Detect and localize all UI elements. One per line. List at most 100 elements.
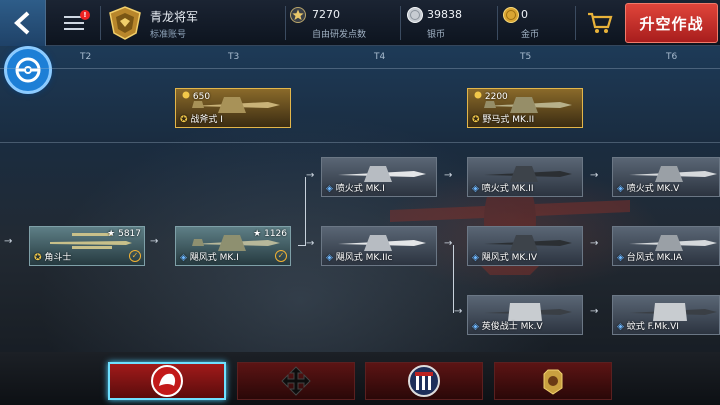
divider — [100, 6, 101, 40]
plane-name: ✪ 野马式 MK.II — [472, 115, 535, 125]
connector-line — [298, 245, 306, 246]
plane-card-spitfire-mk1[interactable]: ◈ 喷火式 MK.I — [321, 157, 437, 197]
tab-nation-china[interactable] — [108, 362, 226, 400]
gold-label: 金币 — [521, 30, 540, 40]
plane-name: ◈ 喷火式 MK.I — [326, 184, 385, 194]
arrow-right-icon: → — [590, 170, 599, 181]
arrow-right-icon: → — [590, 238, 599, 249]
shopping-cart-icon — [588, 12, 613, 33]
plane-card-mustang[interactable]: 2200 ✪ 野马式 MK.II — [467, 88, 583, 128]
arrow-right-icon: → — [454, 306, 463, 317]
plane-card-spitfire-mk5[interactable]: ◈ 喷火式 MK.V — [612, 157, 720, 197]
plane-name: ✪ 战斧式 I — [180, 115, 223, 125]
plane-cost: 2200 — [474, 91, 508, 102]
cross-arrows-emblem-icon — [281, 366, 311, 396]
divider — [0, 142, 720, 143]
tier-header: T2 T3 T4 T5 T6 — [0, 52, 720, 68]
connector-line — [453, 245, 454, 313]
notification-badge: ! — [80, 10, 90, 20]
tab-nation-usa[interactable] — [365, 362, 483, 400]
silver-currency: 39838 银币 — [407, 5, 497, 41]
tier-label: T4 — [374, 52, 386, 62]
plane-card-hurricane-mk1[interactable]: ★ 1126 ◈ 飓风式 MK.I ✓ — [175, 226, 291, 266]
plane-name: ◈ 蚊式 F.Mk.VI — [617, 322, 679, 332]
plane-name: ◈ 飓风式 MK.IV — [472, 253, 537, 263]
arrow-right-icon: → — [444, 238, 453, 249]
shop-button[interactable] — [580, 5, 620, 41]
plane-cost: 650 — [182, 91, 210, 102]
connector-line — [305, 177, 306, 245]
plane-name: ◈ 台风式 MK.IA — [617, 253, 682, 263]
menu-button[interactable]: ! — [52, 6, 96, 40]
plane-card-beaufighter[interactable]: ◈ 英俊战士 Mk.V — [467, 295, 583, 335]
silver-coin-icon — [407, 7, 423, 23]
plane-card-typhoon-mk1a[interactable]: ◈ 台风式 MK.IA — [612, 226, 720, 266]
coin-icon — [182, 91, 190, 99]
tab-nation-germany[interactable] — [237, 362, 355, 400]
gold-currency: 0 金币 — [503, 5, 573, 41]
arrow-right-icon: → — [306, 170, 315, 181]
usa-shield-emblem-icon — [408, 365, 440, 397]
rank-wings-icon: ◈ — [472, 253, 479, 263]
arrow-right-icon: → — [590, 306, 599, 317]
plane-xp: ★ 1126 — [253, 229, 287, 239]
gold-value: 0 — [521, 8, 528, 21]
plane-card-hurricane-mk2c[interactable]: ◈ 飓风式 MK.IIc — [321, 226, 437, 266]
plane-card-mosquito[interactable]: ◈ 蚊式 F.Mk.VI — [612, 295, 720, 335]
plane-name: ◈ 飓风式 MK.I — [180, 253, 239, 263]
rank-wings-icon: ◈ — [472, 322, 479, 332]
plane-card-spitfire-mk2[interactable]: ◈ 喷火式 MK.II — [467, 157, 583, 197]
rank-wings-icon: ◈ — [180, 253, 187, 263]
top-bar: ! 青龙将军 标准账号 7270 自由研发点数 39838 银币 0 金币 升空… — [0, 0, 720, 46]
rank-wings-icon: ◈ — [472, 184, 479, 194]
account-type: 标准账号 — [150, 30, 187, 40]
plane-name: ◈ 喷火式 MK.V — [617, 184, 680, 194]
tiger-emblem-icon — [151, 365, 183, 397]
researched-check-icon: ✓ — [275, 250, 287, 262]
plane-card-gladiator[interactable]: ★ 5817 ✪ 角斗士 ✓ — [29, 226, 145, 266]
plane-name: ◈ 英俊战士 Mk.V — [472, 322, 543, 332]
plane-card-hurricane-mk4[interactable]: ◈ 飓风式 MK.IV — [467, 226, 583, 266]
tier-label: T3 — [228, 52, 240, 62]
tier-label: T5 — [520, 52, 532, 62]
plane-name: ◈ 飓风式 MK.IIc — [326, 253, 393, 263]
divider — [575, 6, 576, 40]
arrow-right-icon: → — [306, 238, 315, 249]
rank-wings-icon: ◈ — [617, 253, 624, 263]
rank-wings-icon: ✪ — [34, 253, 42, 263]
tech-tree-screen: { "header":{ "rank_name":"青龙将军", "accoun… — [0, 0, 720, 405]
coin-icon — [474, 91, 482, 99]
research-points: 7270 自由研发点数 — [290, 5, 400, 41]
researched-check-icon: ✓ — [129, 250, 141, 262]
plane-xp: ★ 5817 — [107, 229, 141, 239]
divider — [400, 6, 401, 40]
rank-name: 青龙将军 — [150, 10, 199, 24]
plane-name: ✪ 角斗士 — [34, 253, 72, 263]
gold-coin-icon — [503, 7, 519, 23]
rank-wings-icon: ◈ — [326, 184, 333, 194]
chevron-left-icon — [13, 11, 29, 35]
rank-wings-icon: ◈ — [617, 184, 624, 194]
premium-wings-icon: ✪ — [472, 115, 480, 125]
divider — [497, 6, 498, 40]
rank-wings-icon: ◈ — [326, 253, 333, 263]
research-points-label: 自由研发点数 — [312, 30, 367, 40]
silver-label: 银币 — [427, 30, 446, 40]
divider — [0, 68, 720, 69]
rank-insignia-icon[interactable] — [106, 5, 144, 41]
sortie-button[interactable]: 升空作战 — [625, 3, 718, 43]
silver-value: 39838 — [427, 8, 462, 21]
tier-label: T6 — [666, 52, 678, 62]
rank-wings-icon: ◈ — [617, 322, 624, 332]
tier-label: T2 — [80, 52, 92, 62]
back-button[interactable] — [0, 0, 46, 46]
tab-nation-ussr[interactable] — [494, 362, 612, 400]
research-points-value: 7270 — [312, 8, 340, 21]
premium-wings-icon: ✪ — [180, 115, 188, 125]
bear-emblem-icon — [543, 369, 563, 395]
plane-card-tomahawk[interactable]: 650 ✪ 战斧式 I — [175, 88, 291, 128]
arrow-right-icon: → — [150, 236, 159, 247]
plane-name: ◈ 喷火式 MK.II — [472, 184, 534, 194]
divider — [285, 6, 286, 40]
arrow-right-icon: → — [444, 170, 453, 181]
